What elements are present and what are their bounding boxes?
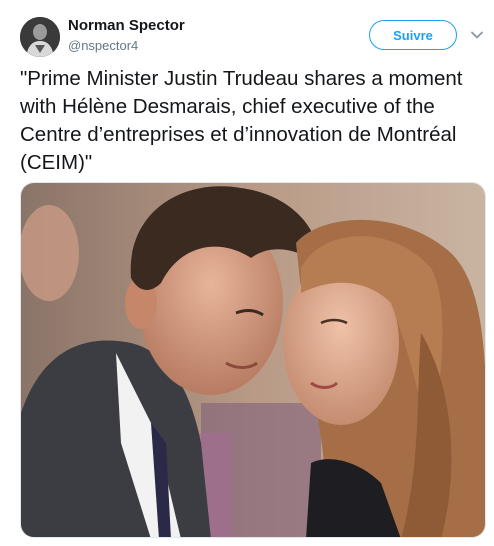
avatar-image — [20, 17, 60, 57]
follow-button[interactable]: Suivre — [369, 20, 457, 50]
photo-image — [21, 183, 485, 537]
tweet-text: "Prime Minister Justin Trudeau shares a … — [20, 67, 463, 174]
tweet-card: Norman Spector @nspector4 Suivre "Prime … — [0, 0, 494, 546]
avatar[interactable] — [20, 17, 60, 57]
author-handle[interactable]: @nspector4 — [68, 38, 138, 53]
author-name[interactable]: Norman Spector — [68, 17, 185, 34]
chevron-down-icon[interactable] — [470, 28, 484, 42]
tweet-photo[interactable] — [20, 182, 486, 538]
